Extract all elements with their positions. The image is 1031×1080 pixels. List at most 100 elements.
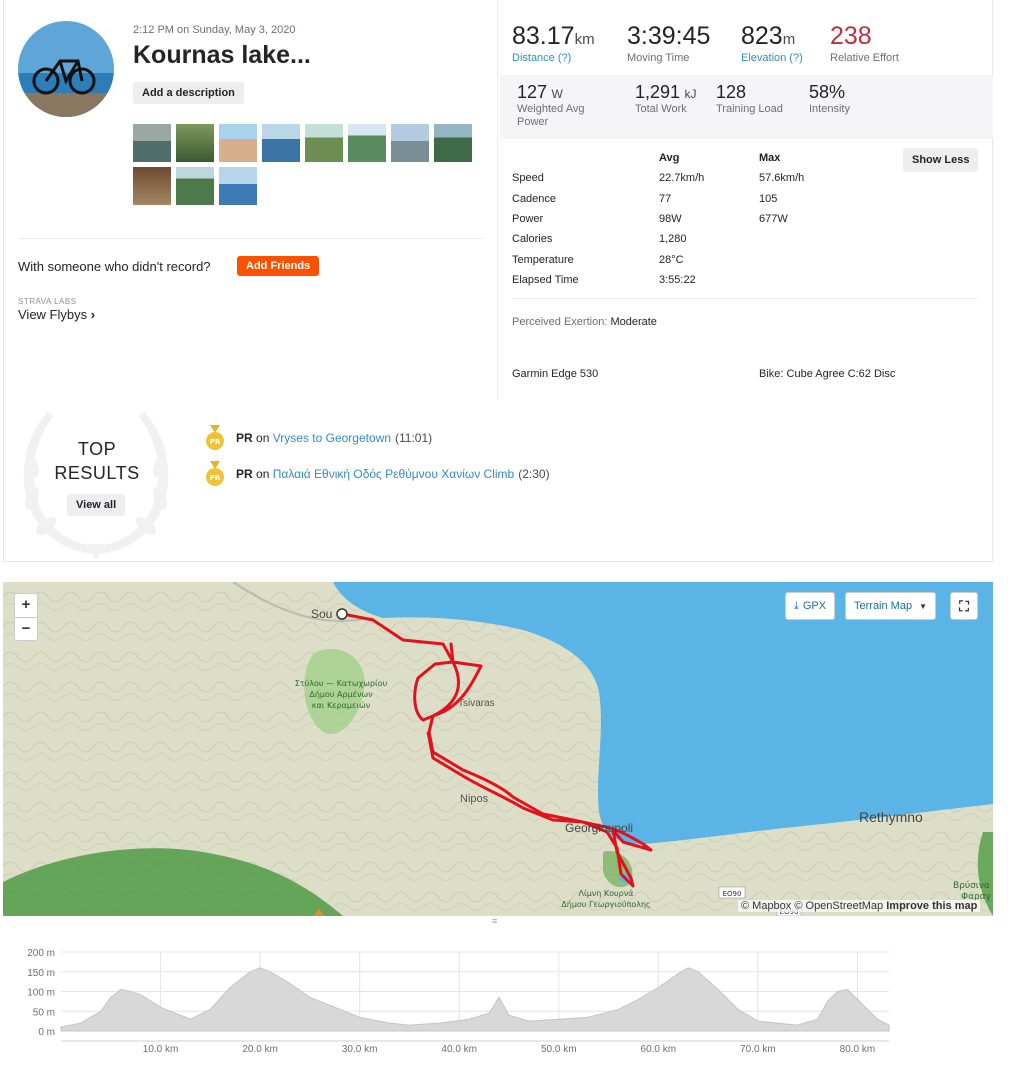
divider: [18, 238, 484, 239]
distance-value: 83.17: [512, 22, 575, 50]
device-name: Garmin Edge 530: [512, 368, 599, 380]
photo-thumbnail[interactable]: [262, 124, 300, 162]
photo-thumbnail[interactable]: [305, 124, 343, 162]
place-label: Στύλου — Κατωχωρίου: [295, 678, 388, 688]
row-avg-elapsed-time: 3:55:22: [659, 274, 696, 286]
photo-grid: [133, 124, 478, 205]
y-tick-label: 150 m: [27, 968, 55, 979]
y-tick-label: 50 m: [33, 1007, 55, 1018]
distance-stat: 83.17km Distance (?): [512, 22, 595, 64]
view-flybys-link[interactable]: View Flybys ›: [18, 307, 95, 322]
road-label: ΕΟ90: [723, 890, 742, 898]
work-unit: kJ: [684, 87, 697, 101]
row-avg-calories: 1,280: [659, 233, 687, 245]
elevation-stat: 823m Elevation (?): [741, 22, 803, 64]
zoom-in-button[interactable]: +: [15, 594, 37, 617]
activity-title[interactable]: Kournas lake...: [133, 41, 311, 70]
x-tick-label: 10.0 km: [143, 1044, 179, 1055]
zoom-out-button[interactable]: −: [15, 617, 37, 640]
moving-time-value: 3:39:45: [627, 22, 711, 50]
improve-map-link[interactable]: Improve this map: [886, 900, 977, 912]
segment-time: (2:30): [518, 467, 550, 481]
x-tick-label: 40.0 km: [441, 1044, 477, 1055]
load-value: 128: [716, 82, 747, 102]
pr-on: on: [256, 467, 270, 481]
row-avg-temperature: 28°C: [659, 254, 684, 266]
place-label: Δήμου Αρμένων: [309, 689, 373, 699]
wap-unit: W: [551, 87, 563, 101]
segment-link[interactable]: Παλαιά Εθνική Οδός Ρεθύμνου Χανίων Climb: [273, 467, 515, 481]
photo-thumbnail[interactable]: [176, 167, 214, 205]
download-icon: ⤓: [794, 599, 799, 612]
show-less-button[interactable]: Show Less: [903, 148, 979, 172]
add-description-button[interactable]: Add a description: [133, 82, 244, 104]
place-label: Βρύσινα: [953, 880, 990, 891]
pr-on: on: [256, 431, 270, 445]
bike-name[interactable]: Bike: Cube Agree C:62 Disc: [759, 368, 895, 380]
place-label: Rethymno: [859, 809, 923, 825]
row-avg-speed: 22.7km/h: [659, 172, 705, 184]
moving-time-stat: 3:39:45 Moving Time: [627, 22, 710, 64]
gpx-label: GPX: [802, 600, 827, 612]
relative-effort-value: 238: [830, 22, 872, 50]
intensity-stat: 58% Intensity: [809, 82, 850, 116]
y-tick-label: 100 m: [27, 988, 55, 999]
pr-badge-text: PR: [210, 474, 221, 482]
x-tick-label: 60.0 km: [641, 1044, 677, 1055]
wap-label-1: Weighted Avg: [517, 103, 585, 115]
fullscreen-button[interactable]: ⛶: [950, 592, 978, 620]
add-friends-button[interactable]: Add Friends: [237, 256, 320, 276]
pr-label: PR: [236, 431, 253, 445]
relative-effort-stat[interactable]: 238 Relative Effort: [830, 22, 899, 64]
map-type-dropdown[interactable]: Terrain Map ▼: [845, 592, 936, 620]
distance-label[interactable]: Distance (?): [512, 52, 595, 64]
photo-thumbnail[interactable]: [434, 124, 472, 162]
row-max-cadence: 105: [759, 193, 778, 205]
row-label-power: Power: [512, 213, 544, 225]
moving-time-label: Moving Time: [627, 52, 690, 64]
map-type-label: Terrain Map: [854, 600, 913, 612]
photo-thumbnail[interactable]: [176, 124, 214, 162]
top-results-title-line-2: RESULTS: [54, 463, 140, 483]
row-avg-power: 98W: [659, 213, 682, 225]
intensity-label: Intensity: [809, 103, 850, 115]
exertion-value: Moderate: [610, 316, 657, 328]
photo-thumbnail[interactable]: [219, 167, 257, 205]
view-all-button[interactable]: View all: [67, 494, 126, 516]
pr-badge-text: PR: [210, 438, 221, 446]
top-result-item: PR PR on Παλαιά Εθνική Οδός Ρεθύμνου Χαν…: [205, 461, 550, 487]
x-tick-label: 30.0 km: [342, 1044, 378, 1055]
attribution-text[interactable]: © Mapbox © OpenStreetMap: [741, 900, 883, 912]
row-avg-cadence: 77: [659, 193, 672, 205]
photo-thumbnail[interactable]: [133, 167, 171, 205]
caret-down-icon: ▼: [919, 601, 927, 611]
elevation-unit: m: [782, 31, 796, 48]
row-max-speed: 57.6km/h: [759, 172, 805, 184]
photo-thumbnail[interactable]: [391, 124, 429, 162]
x-tick-label: 70.0 km: [740, 1044, 776, 1055]
row-max-power: 677W: [759, 213, 788, 225]
distance-unit: km: [574, 31, 595, 48]
pr-medal-icon: PR: [206, 425, 224, 450]
with-someone-question: With someone who didn't record?: [18, 259, 211, 274]
resize-handle-icon[interactable]: ≡: [492, 916, 497, 926]
work-value: 1,291: [635, 82, 681, 102]
row-label-cadence: Cadence: [512, 193, 557, 205]
photo-thumbnail[interactable]: [219, 124, 257, 162]
elevation-chart[interactable]: 0 m 50 m 100 m 150 m 200 m 10.0 km 20.0 km 30.0…: [0, 935, 900, 1065]
strava-labs-label: STRAVA LABS: [18, 297, 77, 306]
elevation-label[interactable]: Elevation (?): [741, 52, 803, 64]
wap-label-2: Power: [517, 116, 549, 128]
photo-thumbnail[interactable]: [348, 124, 386, 162]
route-map[interactable]: Sou Tsivaras Nipos Georgioupoli Rethymno…: [3, 582, 993, 916]
elevation-value: 823: [741, 22, 783, 50]
pr-medal-icon: PR: [206, 461, 224, 486]
segment-link[interactable]: Vryses to Georgetown: [273, 431, 391, 445]
gpx-download-button[interactable]: ⤓ GPX: [785, 592, 836, 620]
intensity-value: 58%: [809, 82, 846, 102]
view-flybys-label: View Flybys: [18, 307, 88, 322]
place-label: Δήμου Γεωργιούπολης: [561, 899, 650, 909]
row-label-temperature: Temperature: [512, 254, 574, 266]
photo-thumbnail[interactable]: [133, 124, 171, 162]
y-tick-label: 200 m: [27, 948, 55, 959]
